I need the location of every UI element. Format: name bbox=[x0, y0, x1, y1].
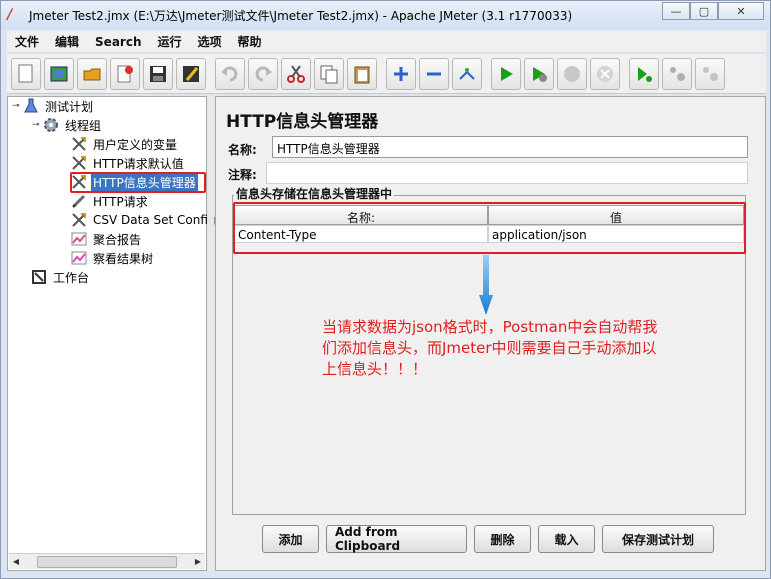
comment-field[interactable] bbox=[266, 162, 748, 184]
tree-item-label: 测试计划 bbox=[45, 99, 94, 114]
tree-item-label: 察看结果树 bbox=[93, 251, 154, 266]
menu-search[interactable]: Search bbox=[87, 35, 149, 49]
comment-label: 注释: bbox=[228, 168, 257, 182]
shutdown-icon[interactable] bbox=[590, 57, 620, 90]
toggle-icon[interactable] bbox=[452, 57, 482, 90]
remote-stop-icon[interactable] bbox=[662, 57, 692, 90]
chart-icon bbox=[70, 250, 88, 266]
tree-item-thread-group[interactable]: 线程组 bbox=[42, 116, 103, 134]
annotation-note: 当请求数据为json格式时，Postman中会自动帮我们添加信息头，而Jmete… bbox=[322, 318, 658, 378]
tree-item-label: 用户定义的变量 bbox=[93, 137, 178, 152]
save-icon[interactable] bbox=[143, 57, 173, 90]
tree-item-http-request[interactable]: HTTP请求 bbox=[70, 192, 150, 210]
copy-icon[interactable] bbox=[314, 57, 344, 90]
name-label: 名称: bbox=[228, 143, 257, 157]
down-arrow-icon bbox=[479, 255, 493, 315]
menu-bar: 文件 编辑 Search 运行 选项 帮助 bbox=[7, 31, 766, 53]
collapse-icon[interactable] bbox=[419, 57, 449, 90]
templates-icon[interactable] bbox=[44, 57, 74, 90]
add-from-clipboard-button[interactable]: Add from Clipboard bbox=[326, 525, 467, 553]
tree-item-label: 聚合报告 bbox=[93, 232, 142, 247]
name-field[interactable]: HTTP信息头管理器 bbox=[272, 136, 748, 158]
save-as-icon[interactable] bbox=[176, 57, 206, 90]
close-file-icon[interactable] bbox=[110, 57, 140, 90]
menu-edit[interactable]: 编辑 bbox=[47, 33, 87, 50]
start-no-pause-icon[interactable] bbox=[524, 57, 554, 90]
gear-icon bbox=[42, 117, 60, 133]
header-manager-panel: HTTP信息头管理器 名称: HTTP信息头管理器 注释: 信息头存储在信息头管… bbox=[215, 96, 766, 571]
tree-item-aggregate[interactable]: 聚合报告 bbox=[70, 230, 143, 248]
scroll-right-icon[interactable]: ▶ bbox=[191, 555, 205, 569]
toolbar bbox=[7, 54, 766, 94]
tree-item-label: 线程组 bbox=[65, 118, 102, 133]
cut-icon[interactable] bbox=[281, 57, 311, 90]
menu-options[interactable]: 选项 bbox=[190, 33, 230, 50]
chart-icon bbox=[70, 231, 88, 247]
window-controls: — ▢ ✕ bbox=[662, 2, 764, 20]
scroll-left-icon[interactable]: ◀ bbox=[9, 555, 23, 569]
expand-icon[interactable] bbox=[386, 57, 416, 90]
tree-horizontal-scrollbar[interactable]: ◀ ▶ bbox=[9, 553, 205, 569]
menu-run[interactable]: 运行 bbox=[149, 33, 189, 50]
undo-icon[interactable] bbox=[215, 57, 245, 90]
pen-icon bbox=[70, 193, 88, 209]
tree-item-csv[interactable]: CSV Data Set Config bbox=[70, 211, 218, 229]
tree-item-label: HTTP请求默认值 bbox=[93, 156, 184, 171]
remote-shutdown-icon[interactable] bbox=[695, 57, 725, 90]
tree-item-label: CSV Data Set Config bbox=[93, 213, 216, 227]
redo-icon[interactable] bbox=[248, 57, 278, 90]
tree-item-user-vars[interactable]: 用户定义的变量 bbox=[70, 135, 179, 153]
wrench-icon bbox=[70, 212, 88, 228]
page-title: HTTP信息头管理器 bbox=[226, 112, 379, 132]
remote-start-icon[interactable] bbox=[629, 57, 659, 90]
load-button[interactable]: 载入 bbox=[538, 525, 595, 553]
minimize-button[interactable]: — bbox=[662, 2, 690, 20]
new-icon[interactable] bbox=[11, 57, 41, 90]
add-button[interactable]: 添加 bbox=[262, 525, 319, 553]
save-test-plan-button[interactable]: 保存测试计划 bbox=[602, 525, 714, 553]
tree-item-label: 工作台 bbox=[53, 270, 90, 285]
split-pane-divider[interactable] bbox=[208, 96, 214, 571]
window-title: Jmeter Test2.jmx (E:\万达\Jmeter测试文件\Jmete… bbox=[29, 8, 573, 23]
highlight-box-tree bbox=[70, 172, 206, 193]
tree-toggle-test-plan[interactable]: ⊸ bbox=[12, 101, 20, 111]
delete-button[interactable]: 删除 bbox=[474, 525, 531, 553]
jmeter-window: / Jmeter Test2.jmx (E:\万达\Jmeter测试文件\Jme… bbox=[0, 0, 771, 579]
menu-help[interactable]: 帮助 bbox=[230, 33, 270, 50]
flask-icon bbox=[22, 98, 40, 114]
tree-item-test-plan[interactable]: 测试计划 bbox=[22, 97, 95, 115]
tree-item-workbench[interactable]: 工作台 bbox=[30, 268, 91, 286]
tree-item-results-tree[interactable]: 察看结果树 bbox=[70, 249, 155, 267]
wrench-icon bbox=[70, 155, 88, 171]
headers-group-title: 信息头存储在信息头管理器中 bbox=[234, 185, 395, 202]
tree-item-label: HTTP请求 bbox=[93, 194, 148, 209]
button-row: 添加 Add from Clipboard 删除 载入 保存测试计划 bbox=[262, 525, 721, 553]
wrench-icon bbox=[70, 136, 88, 152]
maximize-button[interactable]: ▢ bbox=[690, 2, 718, 20]
menu-file[interactable]: 文件 bbox=[7, 33, 47, 50]
paste-icon[interactable] bbox=[347, 57, 377, 90]
title-bar: / Jmeter Test2.jmx (E:\万达\Jmeter测试文件\Jme… bbox=[1, 1, 770, 29]
highlight-box-table bbox=[233, 202, 746, 254]
workbench-icon bbox=[30, 269, 48, 285]
tree-toggle-thread-group[interactable]: ⊸ bbox=[32, 120, 40, 130]
test-plan-tree: ⊸ 测试计划 ⊸ 线程组 用户定义的变量 HTTP请求默认值 HTTP信息头管理… bbox=[7, 96, 216, 571]
start-icon[interactable] bbox=[491, 57, 521, 90]
stop-icon[interactable] bbox=[557, 57, 587, 90]
tree-item-http-defaults[interactable]: HTTP请求默认值 bbox=[70, 154, 186, 172]
scroll-thumb[interactable] bbox=[37, 555, 177, 568]
open-icon[interactable] bbox=[77, 57, 107, 90]
jmeter-feather-icon: / bbox=[7, 7, 13, 23]
close-window-button[interactable]: ✕ bbox=[718, 2, 764, 20]
